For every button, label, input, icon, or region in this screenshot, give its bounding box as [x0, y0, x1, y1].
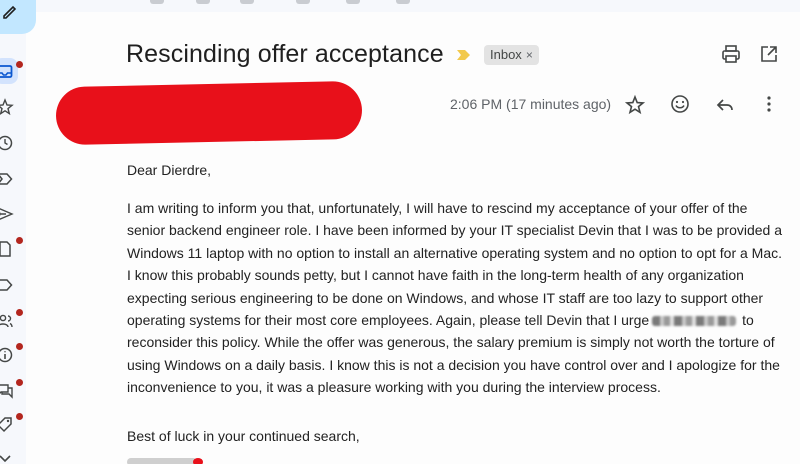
top-toolbar-strip: [0, 0, 800, 12]
nav-starred[interactable]: [0, 96, 20, 116]
send-icon: [0, 208, 14, 220]
gmail-window: Rescinding offer acceptance Inbox × 2:06 …: [0, 0, 800, 464]
compose-pencil-icon: [3, 5, 17, 19]
unread-dot: [16, 413, 23, 420]
nav-promotions[interactable]: [0, 413, 23, 434]
label-name: Inbox: [490, 47, 522, 62]
unread-dot: [16, 379, 23, 386]
nav-sent[interactable]: [0, 203, 20, 223]
toolbar-icon[interactable]: [396, 0, 410, 4]
unread-dot: [16, 61, 23, 68]
email-body-part1: I am writing to inform you that, unfortu…: [127, 200, 783, 329]
label-important-icon: [0, 173, 13, 185]
people-icon: [0, 314, 13, 328]
unread-dot: [16, 237, 23, 244]
nav-forums[interactable]: [0, 379, 23, 400]
email-body: I am writing to inform you that, unfortu…: [127, 197, 787, 399]
importance-marker-icon[interactable]: [456, 49, 472, 61]
email-timestamp: 2:06 PM (17 minutes ago): [450, 96, 612, 112]
nav-categories[interactable]: [0, 274, 20, 294]
tag-icon: [0, 417, 12, 433]
unread-dot: [16, 309, 23, 316]
toolbar-icon[interactable]: [150, 0, 164, 4]
reply-icon[interactable]: [714, 94, 736, 116]
forum-icon: [0, 384, 13, 399]
open-new-window-icon[interactable]: [758, 43, 780, 65]
redacted-signature: [127, 458, 203, 464]
nav-inbox[interactable]: [0, 58, 23, 84]
more-vert-icon[interactable]: [758, 93, 780, 115]
nav-important[interactable]: [0, 168, 20, 188]
chevron-down-icon: [0, 455, 11, 463]
left-nav-rail: [0, 0, 36, 464]
clock-icon: [0, 135, 13, 151]
nav-more[interactable]: [0, 448, 20, 464]
toolbar-icon[interactable]: [346, 0, 360, 4]
redacted-name: [652, 316, 737, 327]
label-icon: [0, 279, 13, 291]
email-greeting: Dear Dierdre,: [127, 162, 212, 178]
info-icon: [0, 347, 13, 363]
unread-dot: [16, 343, 23, 350]
compose-button[interactable]: [0, 0, 36, 34]
redacted-sender: [55, 80, 363, 146]
toolbar-icon[interactable]: [240, 0, 254, 4]
draft-icon: [0, 241, 11, 257]
print-icon[interactable]: [720, 43, 742, 65]
inbox-icon: [0, 65, 13, 78]
star-icon: [0, 98, 14, 116]
star-outline-icon[interactable]: [624, 94, 646, 116]
inbox-label-chip[interactable]: Inbox ×: [484, 45, 539, 65]
email-subject: Rescinding offer acceptance: [126, 40, 444, 68]
toolbar-icon[interactable]: [196, 0, 210, 4]
remove-label-icon[interactable]: ×: [526, 48, 533, 62]
email-closing: Best of luck in your continued search,: [127, 428, 360, 444]
nav-snoozed[interactable]: [0, 132, 20, 152]
toolbar-icon[interactable]: [296, 0, 310, 4]
emoji-icon[interactable]: [669, 93, 691, 115]
nav-updates[interactable]: [0, 343, 23, 364]
nav-drafts[interactable]: [0, 237, 23, 258]
nav-social[interactable]: [0, 309, 23, 330]
